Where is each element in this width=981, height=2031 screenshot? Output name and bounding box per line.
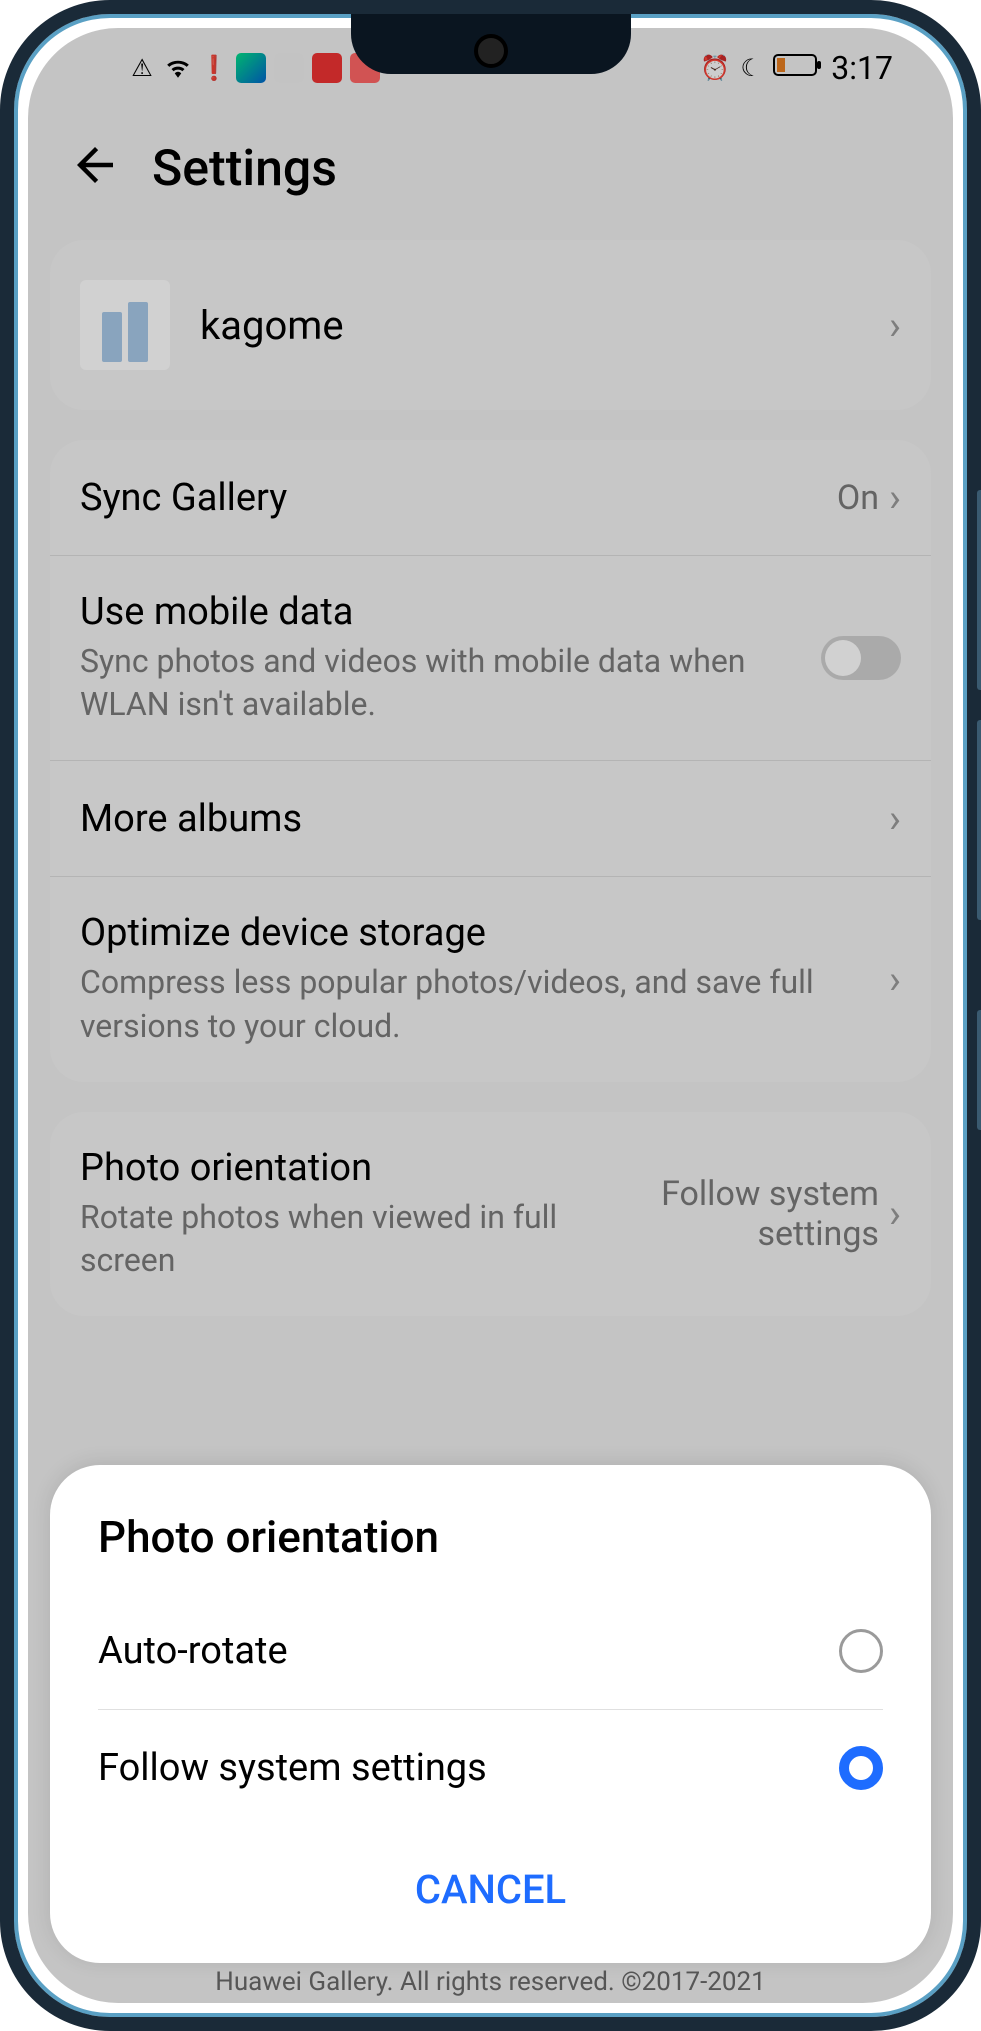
option-label: Follow system settings	[98, 1746, 487, 1790]
volume-down-button	[977, 720, 981, 920]
option-label: Auto-rotate	[98, 1629, 288, 1673]
screen: ⚠ ❗ ⏰ ☾ 3:17 Settings	[28, 28, 953, 2003]
volume-up-button	[977, 490, 981, 690]
cancel-button[interactable]: CANCEL	[50, 1826, 931, 1943]
power-button	[977, 1010, 981, 1130]
option-follow-system[interactable]: Follow system settings	[50, 1710, 931, 1826]
radio-selected-icon	[839, 1746, 883, 1790]
option-auto-rotate[interactable]: Auto-rotate	[50, 1593, 931, 1709]
dialog-title: Photo orientation	[50, 1505, 931, 1593]
radio-unselected-icon	[839, 1629, 883, 1673]
photo-orientation-dialog: Photo orientation Auto-rotate Follow sys…	[50, 1465, 931, 1963]
phone-notch	[351, 14, 631, 74]
